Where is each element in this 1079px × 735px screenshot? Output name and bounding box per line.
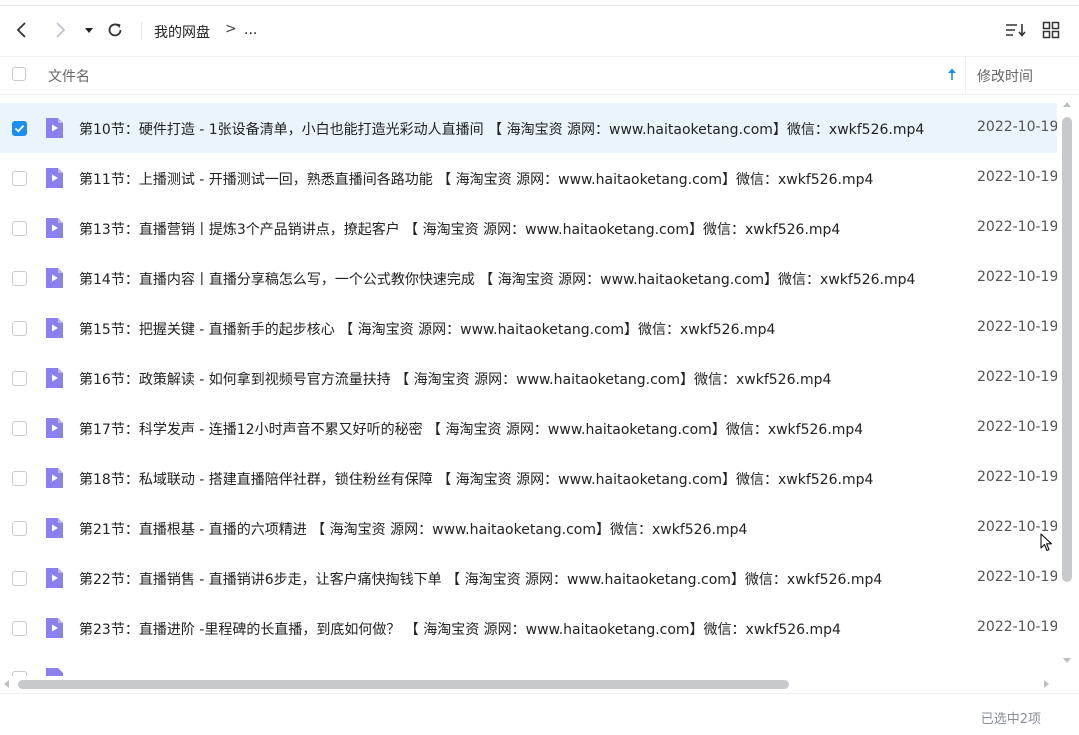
video-file-icon xyxy=(44,667,64,676)
file-modified-date: 2022-10-19 xyxy=(977,269,1057,285)
file-name[interactable]: 第22节：直播销售 - 直播销讲6步走，让客户痛快掏钱下单 【 海淘宝资 源网：… xyxy=(79,569,959,589)
file-row[interactable]: 第10节：硬件打造 - 1张设备清单，小白也能打造光彩动人直播间 【 海淘宝资 … xyxy=(0,103,1057,153)
scroll-up-icon[interactable] xyxy=(1059,99,1075,111)
file-row[interactable]: 第21节：直播根基 - 直播的六项精进 【 海淘宝资 源网：www.haitao… xyxy=(0,503,1057,553)
column-header: 文件名 修改时间 xyxy=(0,56,1079,95)
file-row[interactable]: 第23节：直播进阶 -里程碑的长直播，到底如何做？ 【 海淘宝资 源网：www.… xyxy=(0,603,1057,653)
file-name[interactable]: 第14节：直播内容丨直播分享稿怎么写，一个公式教你快速完成 【 海淘宝资 源网：… xyxy=(79,269,959,289)
file-name[interactable]: 第10节：硬件打造 - 1张设备清单，小白也能打造光彩动人直播间 【 海淘宝资 … xyxy=(79,119,959,139)
vertical-scroll-thumb[interactable] xyxy=(1062,117,1072,582)
file-modified-date: 2022-10-19 xyxy=(977,119,1057,135)
row-checkbox[interactable] xyxy=(12,271,27,286)
row-checkbox[interactable] xyxy=(12,121,27,136)
forward-button[interactable] xyxy=(49,18,71,42)
file-modified-date: 2022-10-19 xyxy=(977,419,1057,435)
file-name[interactable]: 第23节：直播进阶 -里程碑的长直播，到底如何做？ 【 海淘宝资 源网：www.… xyxy=(79,619,959,639)
column-divider[interactable] xyxy=(965,57,966,94)
video-file-icon xyxy=(44,417,64,443)
forward-arrow-icon xyxy=(56,22,66,38)
scroll-left-icon[interactable] xyxy=(1,676,13,692)
back-arrow-icon xyxy=(16,22,26,38)
toolbar: 我的网盘 > ... xyxy=(0,6,1079,56)
file-name[interactable]: 第17节：科学发声 - 连播12小时声音不累又好听的秘密 【 海淘宝资 源网：w… xyxy=(79,419,959,439)
row-checkbox[interactable] xyxy=(12,521,27,536)
sort-asc-indicator[interactable] xyxy=(945,65,959,87)
video-file-icon xyxy=(44,367,64,393)
horizontal-scrollbar[interactable] xyxy=(0,676,1057,692)
file-name[interactable]: 第15节：把握关键 - 直播新手的起步核心 【 海淘宝资 源网：www.hait… xyxy=(79,319,959,339)
video-file-icon xyxy=(44,617,64,643)
file-modified-date: 2022-10-19 xyxy=(977,169,1057,185)
file-row[interactable]: 第11节：上播测试 - 开播测试一回，熟悉直播间各路功能 【 海淘宝资 源网：w… xyxy=(0,153,1057,203)
check-icon xyxy=(14,124,25,133)
grid-view-button[interactable] xyxy=(1040,18,1062,42)
file-row-partial[interactable] xyxy=(0,653,1057,676)
toolbar-separator xyxy=(141,22,142,40)
file-name[interactable]: 第16节：政策解读 - 如何拿到视频号官方流量扶持 【 海淘宝资 源网：www.… xyxy=(79,369,959,389)
status-bar: 已选中2项 xyxy=(0,693,1079,735)
file-name[interactable]: 第18节：私域联动 - 搭建直播陪伴社群，锁住粉丝有保障 【 海淘宝资 源网：w… xyxy=(79,469,959,489)
scroll-right-icon[interactable] xyxy=(1040,676,1052,692)
sort-asc-arrow-icon xyxy=(948,68,956,80)
row-checkbox[interactable] xyxy=(12,571,27,586)
breadcrumb-separator: > xyxy=(225,21,237,37)
file-row[interactable]: 第13节：直播营销丨提炼3个产品销讲点，撩起客户 【 海淘宝资 源网：www.h… xyxy=(0,203,1057,253)
video-file-icon xyxy=(44,217,64,243)
video-file-icon xyxy=(44,467,64,493)
row-checkbox[interactable] xyxy=(12,221,27,236)
file-modified-date: 2022-10-19 xyxy=(977,369,1057,385)
file-name[interactable]: 第21节：直播根基 - 直播的六项精进 【 海淘宝资 源网：www.haitao… xyxy=(79,519,959,539)
row-checkbox[interactable] xyxy=(12,471,27,486)
file-row[interactable]: 第18节：私域联动 - 搭建直播陪伴社群，锁住粉丝有保障 【 海淘宝资 源网：w… xyxy=(0,453,1057,503)
row-checkbox[interactable] xyxy=(12,621,27,636)
horizontal-scroll-thumb[interactable] xyxy=(18,680,789,689)
refresh-icon xyxy=(108,23,122,37)
scroll-down-icon[interactable] xyxy=(1059,655,1075,667)
video-file-icon xyxy=(44,567,64,593)
selection-count: 已选中2项 xyxy=(980,712,1041,727)
file-modified-date: 2022-10-19 xyxy=(977,569,1057,585)
video-file-icon xyxy=(44,317,64,343)
file-modified-date: 2022-10-19 xyxy=(977,219,1057,235)
refresh-button[interactable] xyxy=(104,18,126,42)
file-row[interactable]: 第15节：把握关键 - 直播新手的起步核心 【 海淘宝资 源网：www.hait… xyxy=(0,303,1057,353)
file-row[interactable]: 第16节：政策解读 - 如何拿到视频号官方流量扶持 【 海淘宝资 源网：www.… xyxy=(0,353,1057,403)
breadcrumb-more[interactable]: ... xyxy=(244,22,257,38)
grid-view-icon xyxy=(1042,21,1060,39)
row-checkbox[interactable] xyxy=(12,171,27,186)
row-checkbox[interactable] xyxy=(12,371,27,386)
row-checkbox[interactable] xyxy=(12,421,27,436)
file-modified-date: 2022-10-19 xyxy=(977,619,1057,635)
video-file-icon xyxy=(44,517,64,543)
video-file-icon xyxy=(44,267,64,293)
row-checkbox[interactable] xyxy=(12,321,27,336)
file-row[interactable]: 第17节：科学发声 - 连播12小时声音不累又好听的秘密 【 海淘宝资 源网：w… xyxy=(0,403,1057,453)
video-file-icon xyxy=(44,167,64,193)
mouse-cursor-icon xyxy=(1040,533,1053,552)
file-name[interactable]: 第11节：上播测试 - 开播测试一回，熟悉直播间各路功能 【 海淘宝资 源网：w… xyxy=(79,169,959,189)
dropdown-caret-icon xyxy=(85,28,93,33)
history-dropdown-button[interactable] xyxy=(78,18,100,42)
column-time-header[interactable]: 修改时间 xyxy=(977,66,1033,86)
file-modified-date: 2022-10-19 xyxy=(977,319,1057,335)
vertical-scrollbar[interactable] xyxy=(1059,97,1075,672)
file-name[interactable]: 第13节：直播营销丨提炼3个产品销讲点，撩起客户 【 海淘宝资 源网：www.h… xyxy=(79,219,959,239)
file-row[interactable]: 第14节：直播内容丨直播分享稿怎么写，一个公式教你快速完成 【 海淘宝资 源网：… xyxy=(0,253,1057,303)
video-file-icon xyxy=(44,117,64,143)
file-row[interactable]: 第22节：直播销售 - 直播销讲6步走，让客户痛快掏钱下单 【 海淘宝资 源网：… xyxy=(0,553,1057,603)
column-name-header[interactable]: 文件名 xyxy=(48,66,90,86)
sort-icon xyxy=(1006,24,1026,37)
select-all-checkbox[interactable] xyxy=(12,67,26,81)
breadcrumb-root[interactable]: 我的网盘 xyxy=(154,22,210,42)
file-modified-date: 2022-10-19 xyxy=(977,469,1057,485)
sort-button[interactable] xyxy=(1005,18,1027,42)
file-list: 第10节：硬件打造 - 1张设备清单，小白也能打造光彩动人直播间 【 海淘宝资 … xyxy=(0,103,1057,676)
back-button[interactable] xyxy=(11,18,33,42)
